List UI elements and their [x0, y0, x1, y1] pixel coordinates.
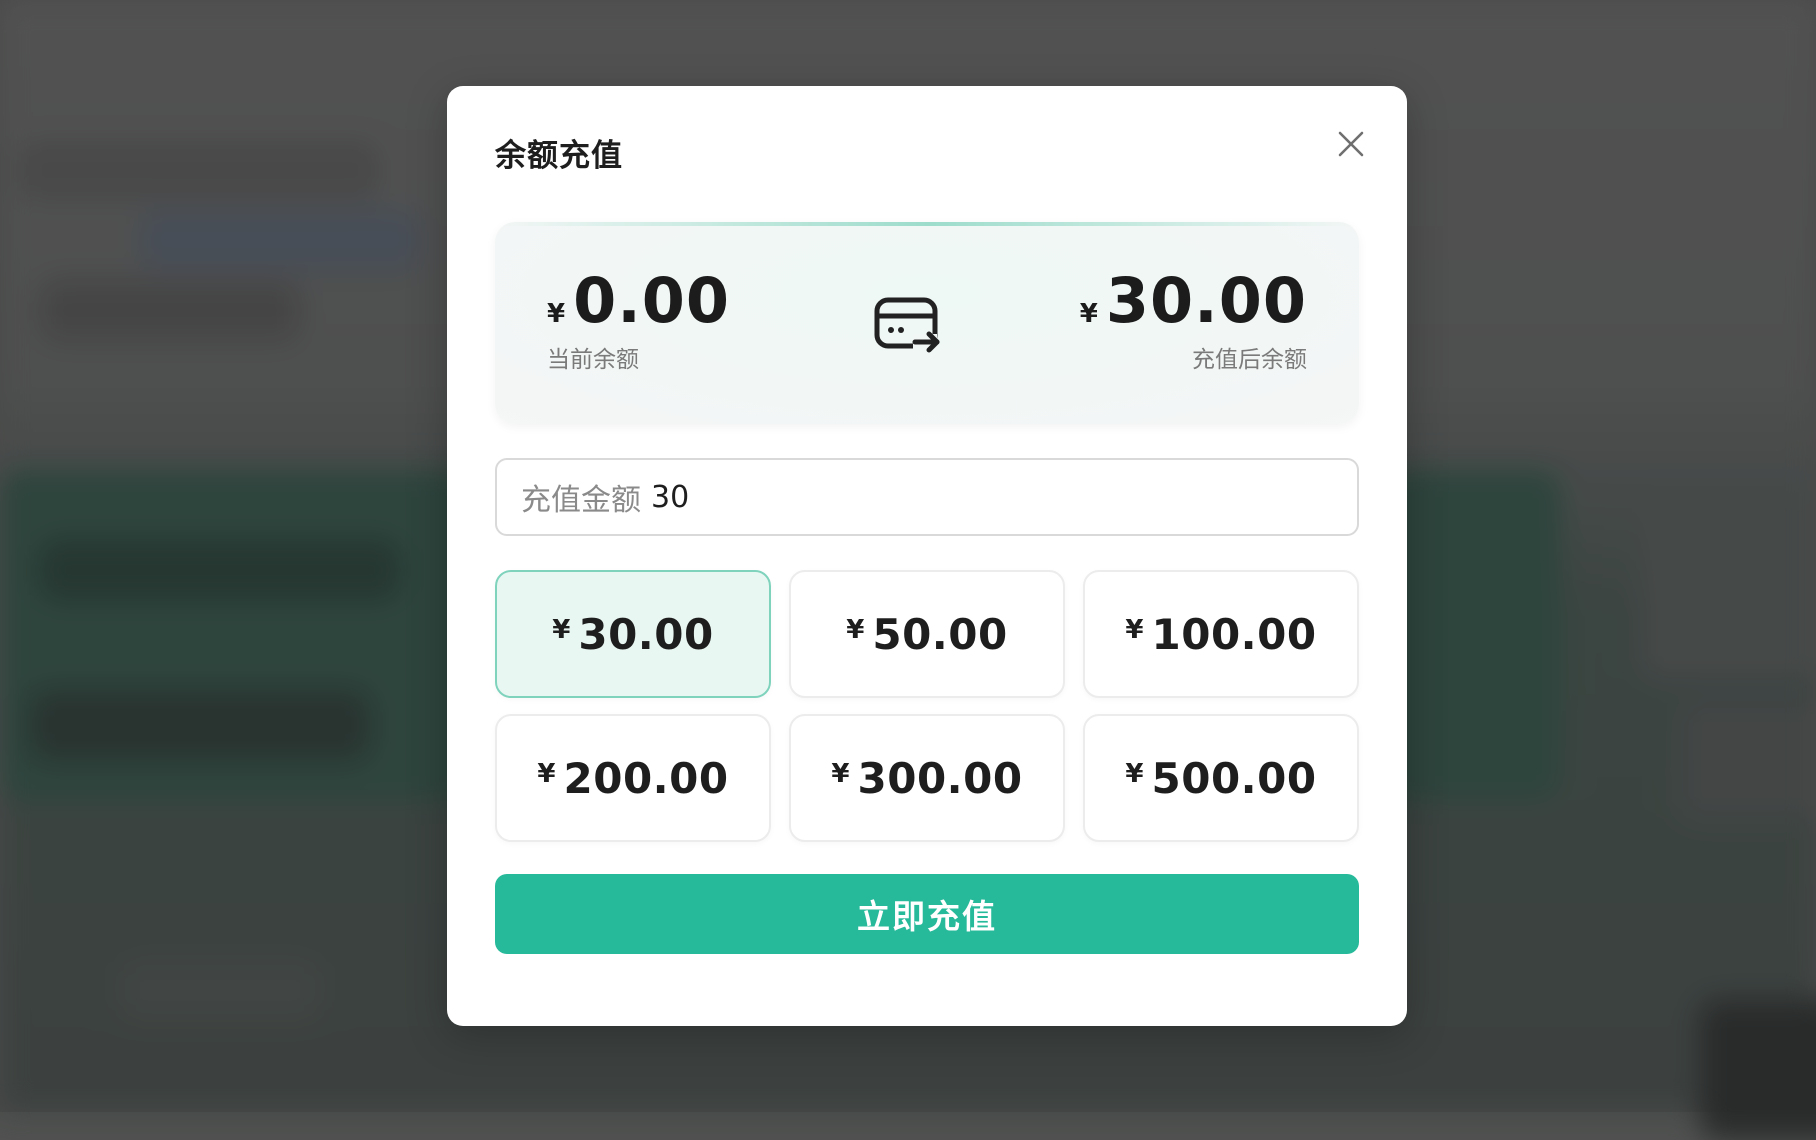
option-amount: 100.00 [1151, 609, 1317, 659]
after-balance-label: 充值后余额 [1192, 347, 1307, 373]
option-currency-symbol: ¥ [846, 615, 865, 645]
amount-option-300[interactable]: ¥ 300.00 [789, 714, 1065, 842]
amount-options: ¥ 30.00 ¥ 50.00 ¥ 100.00 ¥ 200.00 ¥ 300.… [495, 570, 1359, 842]
currency-symbol: ¥ [547, 299, 566, 329]
option-currency-symbol: ¥ [552, 615, 571, 645]
option-amount: 200.00 [563, 753, 729, 803]
close-button[interactable] [1331, 124, 1371, 164]
recharge-amount-input[interactable]: 充值金额 30 [495, 458, 1359, 536]
after-balance-amount: 30.00 [1105, 264, 1307, 337]
amount-option-30[interactable]: ¥ 30.00 [495, 570, 771, 698]
option-amount: 30.00 [578, 609, 714, 659]
after-balance: ¥ 30.00 充值后余额 [1080, 270, 1307, 374]
balance-card: ¥ 0.00 当前余额 ¥ 30.00 充值后余额 [495, 222, 1359, 424]
currency-symbol: ¥ [1079, 299, 1098, 329]
option-amount: 300.00 [857, 753, 1023, 803]
close-icon [1338, 131, 1364, 157]
option-currency-symbol: ¥ [1125, 759, 1144, 789]
option-amount: 50.00 [872, 609, 1008, 659]
amount-option-100[interactable]: ¥ 100.00 [1083, 570, 1359, 698]
option-currency-symbol: ¥ [831, 759, 850, 789]
amount-option-50[interactable]: ¥ 50.00 [789, 570, 1065, 698]
recharge-modal: 余额充值 ¥ 0.00 当前余额 ¥ 30.00 充值后余额 充值金额 30 ¥… [447, 86, 1407, 1026]
amount-option-500[interactable]: ¥ 500.00 [1083, 714, 1359, 842]
card-transfer-icon [874, 297, 940, 353]
input-prefix-label: 充值金额 [521, 483, 641, 518]
option-currency-symbol: ¥ [1125, 615, 1144, 645]
current-balance: ¥ 0.00 当前余额 [547, 270, 730, 374]
option-amount: 500.00 [1151, 753, 1317, 803]
current-balance-amount: 0.00 [573, 264, 731, 337]
current-balance-label: 当前余额 [547, 347, 639, 373]
recharge-now-button[interactable]: 立即充值 [495, 874, 1359, 954]
input-value[interactable]: 30 [651, 480, 689, 515]
amount-option-200[interactable]: ¥ 200.00 [495, 714, 771, 842]
modal-title: 余额充值 [495, 138, 623, 174]
option-currency-symbol: ¥ [537, 759, 556, 789]
